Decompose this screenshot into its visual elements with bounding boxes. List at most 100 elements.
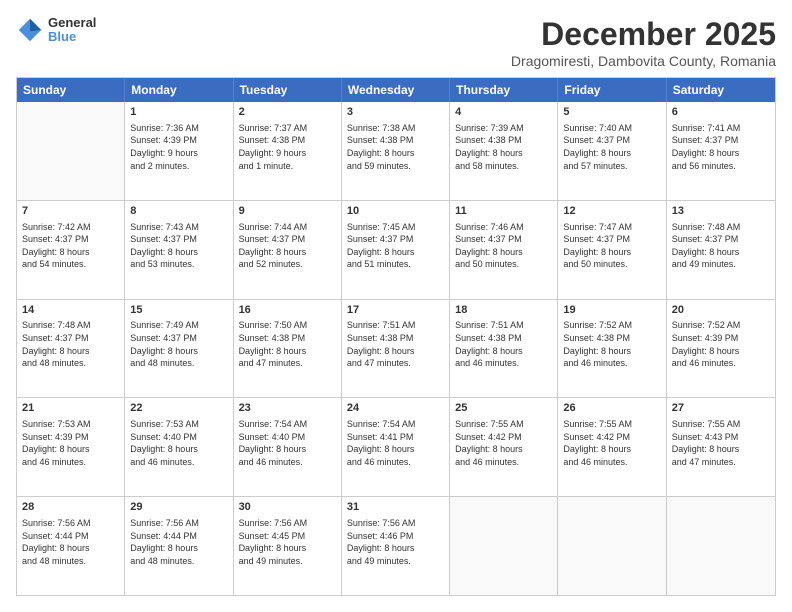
day-number: 16: [239, 303, 336, 318]
cell-text: Sunrise: 7:43 AM Sunset: 4:37 PM Dayligh…: [130, 221, 227, 271]
cal-cell: 17Sunrise: 7:51 AM Sunset: 4:38 PM Dayli…: [342, 300, 450, 398]
cell-text: Sunrise: 7:39 AM Sunset: 4:38 PM Dayligh…: [455, 122, 552, 172]
calendar-body: 1Sunrise: 7:36 AM Sunset: 4:39 PM Daylig…: [17, 102, 775, 595]
calendar-row-3: 21 Sunrise: 7:53 AM Sunset: 4:39 PM Dayli…: [17, 397, 775, 496]
cal-cell: 25 Sunrise: 7:55 AM Sunset: 4:42 PM Dayli…: [450, 398, 558, 496]
cell-text: Sunrise: 7:46 AM Sunset: 4:37 PM Dayligh…: [455, 221, 552, 271]
day-number: 20: [672, 303, 770, 318]
cal-cell: [450, 497, 558, 595]
cal-cell: 10 Sunrise: 7:45 AM Sunset: 4:37 PM Dayli…: [342, 201, 450, 299]
cal-cell: 9 Sunrise: 7:44 AM Sunset: 4:37 PM Daylig…: [234, 201, 342, 299]
header-day-tuesday: Tuesday: [234, 78, 342, 102]
cal-cell: 22Sunrise: 7:53 AM Sunset: 4:40 PM Dayli…: [125, 398, 233, 496]
cell-text: Sunrise: 7:48 AM Sunset: 4:37 PM Dayligh…: [672, 221, 770, 271]
cal-cell: [558, 497, 666, 595]
day-number: 6: [672, 105, 770, 120]
day-number: 15: [130, 303, 227, 318]
cal-cell: 18Sunrise: 7:51 AM Sunset: 4:38 PM Dayli…: [450, 300, 558, 398]
day-number: 30: [239, 500, 336, 515]
cal-cell: 15Sunrise: 7:49 AM Sunset: 4:37 PM Dayli…: [125, 300, 233, 398]
header-day-thursday: Thursday: [450, 78, 558, 102]
day-number: 5: [563, 105, 660, 120]
day-number: 19: [563, 303, 660, 318]
cal-cell: 21 Sunrise: 7:53 AM Sunset: 4:39 PM Dayli…: [17, 398, 125, 496]
cal-cell: [17, 102, 125, 200]
day-number: 26: [563, 401, 660, 416]
cal-cell: 20Sunrise: 7:52 AM Sunset: 4:39 PM Dayli…: [667, 300, 775, 398]
cal-cell: 2 Sunrise: 7:37 AM Sunset: 4:38 PM Daylig…: [234, 102, 342, 200]
cal-cell: 29Sunrise: 7:56 AM Sunset: 4:44 PM Dayli…: [125, 497, 233, 595]
cal-cell: 4 Sunrise: 7:39 AM Sunset: 4:38 PM Daylig…: [450, 102, 558, 200]
calendar-row-1: 7 Sunrise: 7:42 AM Sunset: 4:37 PM Daylig…: [17, 200, 775, 299]
cell-text: Sunrise: 7:55 AM Sunset: 4:42 PM Dayligh…: [563, 418, 660, 468]
cal-cell: 14Sunrise: 7:48 AM Sunset: 4:37 PM Dayli…: [17, 300, 125, 398]
cell-text: Sunrise: 7:56 AM Sunset: 4:44 PM Dayligh…: [22, 517, 119, 567]
day-number: 21: [22, 401, 119, 416]
header-day-sunday: Sunday: [17, 78, 125, 102]
logo-line2: Blue: [48, 30, 96, 44]
cell-text: Sunrise: 7:55 AM Sunset: 4:43 PM Dayligh…: [672, 418, 770, 468]
logo: General Blue: [16, 16, 96, 45]
logo-text: General Blue: [48, 16, 96, 45]
day-number: 2: [239, 105, 336, 120]
cal-cell: 1Sunrise: 7:36 AM Sunset: 4:39 PM Daylig…: [125, 102, 233, 200]
day-number: 3: [347, 105, 444, 120]
day-number: 10: [347, 204, 444, 219]
day-number: 28: [22, 500, 119, 515]
day-number: 18: [455, 303, 552, 318]
cal-cell: 8 Sunrise: 7:43 AM Sunset: 4:37 PM Daylig…: [125, 201, 233, 299]
cell-text: Sunrise: 7:53 AM Sunset: 4:39 PM Dayligh…: [22, 418, 119, 468]
day-number: 9: [239, 204, 336, 219]
cal-cell: 7 Sunrise: 7:42 AM Sunset: 4:37 PM Daylig…: [17, 201, 125, 299]
day-number: 12: [563, 204, 660, 219]
cal-cell: 30 Sunrise: 7:56 AM Sunset: 4:45 PM Dayli…: [234, 497, 342, 595]
cell-text: Sunrise: 7:40 AM Sunset: 4:37 PM Dayligh…: [563, 122, 660, 172]
cal-cell: 3 Sunrise: 7:38 AM Sunset: 4:38 PM Daylig…: [342, 102, 450, 200]
cell-text: Sunrise: 7:37 AM Sunset: 4:38 PM Dayligh…: [239, 122, 336, 172]
calendar-row-2: 14Sunrise: 7:48 AM Sunset: 4:37 PM Dayli…: [17, 299, 775, 398]
day-number: 4: [455, 105, 552, 120]
cell-text: Sunrise: 7:47 AM Sunset: 4:37 PM Dayligh…: [563, 221, 660, 271]
cal-cell: 19Sunrise: 7:52 AM Sunset: 4:38 PM Dayli…: [558, 300, 666, 398]
cal-cell: 26 Sunrise: 7:55 AM Sunset: 4:42 PM Dayli…: [558, 398, 666, 496]
header-day-friday: Friday: [558, 78, 666, 102]
cell-text: Sunrise: 7:51 AM Sunset: 4:38 PM Dayligh…: [455, 319, 552, 369]
logo-line1: General: [48, 16, 96, 30]
day-number: 8: [130, 204, 227, 219]
location: Dragomiresti, Dambovita County, Romania: [511, 53, 776, 69]
day-number: 17: [347, 303, 444, 318]
cell-text: Sunrise: 7:56 AM Sunset: 4:45 PM Dayligh…: [239, 517, 336, 567]
cell-text: Sunrise: 7:49 AM Sunset: 4:37 PM Dayligh…: [130, 319, 227, 369]
day-number: 13: [672, 204, 770, 219]
cal-cell: 6 Sunrise: 7:41 AM Sunset: 4:37 PM Daylig…: [667, 102, 775, 200]
cal-cell: 24Sunrise: 7:54 AM Sunset: 4:41 PM Dayli…: [342, 398, 450, 496]
header-day-monday: Monday: [125, 78, 233, 102]
day-number: 25: [455, 401, 552, 416]
calendar-row-4: 28 Sunrise: 7:56 AM Sunset: 4:44 PM Dayli…: [17, 496, 775, 595]
day-number: 7: [22, 204, 119, 219]
day-number: 31: [347, 500, 444, 515]
cell-text: Sunrise: 7:55 AM Sunset: 4:42 PM Dayligh…: [455, 418, 552, 468]
cal-cell: 11 Sunrise: 7:46 AM Sunset: 4:37 PM Dayli…: [450, 201, 558, 299]
cell-text: Sunrise: 7:41 AM Sunset: 4:37 PM Dayligh…: [672, 122, 770, 172]
cell-text: Sunrise: 7:42 AM Sunset: 4:37 PM Dayligh…: [22, 221, 119, 271]
header-day-wednesday: Wednesday: [342, 78, 450, 102]
cell-text: Sunrise: 7:45 AM Sunset: 4:37 PM Dayligh…: [347, 221, 444, 271]
cell-text: Sunrise: 7:48 AM Sunset: 4:37 PM Dayligh…: [22, 319, 119, 369]
header-day-saturday: Saturday: [667, 78, 775, 102]
day-number: 14: [22, 303, 119, 318]
cell-text: Sunrise: 7:36 AM Sunset: 4:39 PM Dayligh…: [130, 122, 227, 172]
cal-cell: 28 Sunrise: 7:56 AM Sunset: 4:44 PM Dayli…: [17, 497, 125, 595]
calendar-header: SundayMondayTuesdayWednesdayThursdayFrid…: [17, 78, 775, 102]
cal-cell: 13 Sunrise: 7:48 AM Sunset: 4:37 PM Dayli…: [667, 201, 775, 299]
day-number: 22: [130, 401, 227, 416]
title-block: December 2025 Dragomiresti, Dambovita Co…: [511, 16, 776, 69]
cal-cell: 27Sunrise: 7:55 AM Sunset: 4:43 PM Dayli…: [667, 398, 775, 496]
cell-text: Sunrise: 7:56 AM Sunset: 4:46 PM Dayligh…: [347, 517, 444, 567]
cell-text: Sunrise: 7:44 AM Sunset: 4:37 PM Dayligh…: [239, 221, 336, 271]
day-number: 24: [347, 401, 444, 416]
cal-cell: 12 Sunrise: 7:47 AM Sunset: 4:37 PM Dayli…: [558, 201, 666, 299]
day-number: 11: [455, 204, 552, 219]
cell-text: Sunrise: 7:38 AM Sunset: 4:38 PM Dayligh…: [347, 122, 444, 172]
header: General Blue December 2025 Dragomiresti,…: [16, 16, 776, 69]
